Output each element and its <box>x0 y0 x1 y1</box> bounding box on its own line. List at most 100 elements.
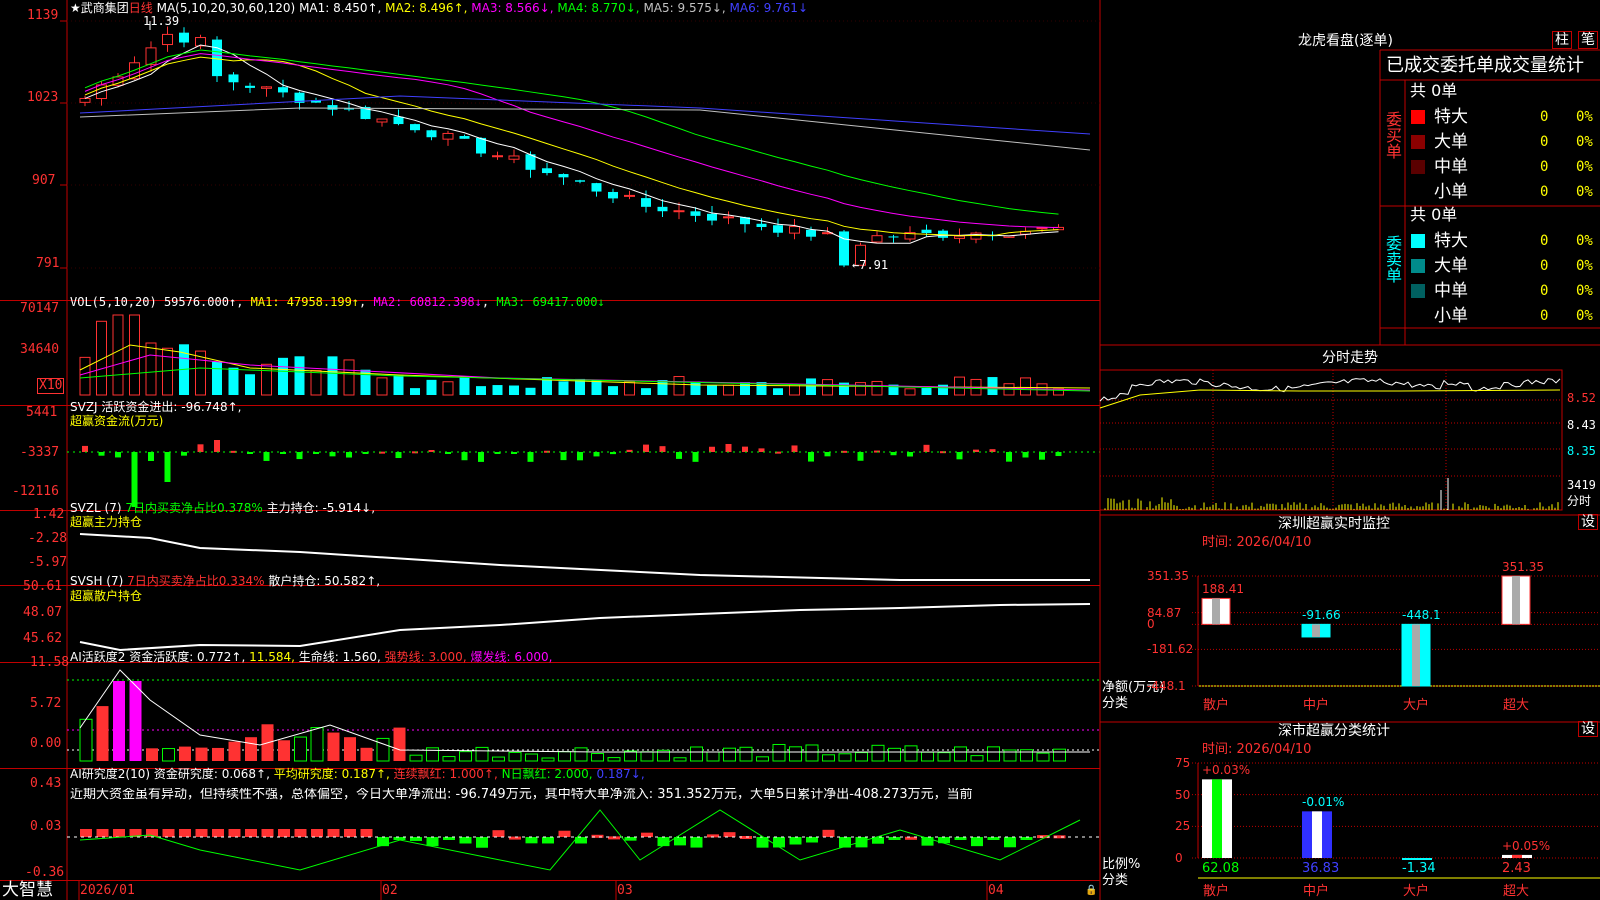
candle-body <box>508 155 520 160</box>
order-count: 0 <box>1540 308 1549 324</box>
money-flow-bar <box>395 452 402 459</box>
research-bar <box>855 837 868 848</box>
deal-title: 已成交委托单成交量统计 <box>1386 55 1584 76</box>
money-flow-bar <box>214 440 220 452</box>
ai2-note: 近期大资金虽有异动，但持续性不强，总体偏空，今日大单净流出: -96.749万元… <box>70 788 973 802</box>
activity-bar <box>1020 749 1033 762</box>
candle-body <box>591 183 602 192</box>
tick-mode-button[interactable]: 笔 <box>1578 31 1598 49</box>
chart-header: ★武商集团日线 MA(5,10,20,30,60,120) MA1: 8.450… <box>70 1 808 15</box>
monitor-axis-label: 0 <box>1147 617 1155 632</box>
volume-bar <box>112 314 124 396</box>
ss-settings-button[interactable]: 设 <box>1578 721 1598 737</box>
candle-body <box>839 231 849 266</box>
svsh-title: SVSH (7) <box>70 574 124 588</box>
sz-time: 时间: 2026/04/10 <box>1202 535 1312 550</box>
volume-bar <box>723 384 734 396</box>
monitor-category: 中户 <box>1302 698 1330 713</box>
candle-body <box>129 62 140 80</box>
sell-total: 共 0单 <box>1410 205 1458 224</box>
activity-bar <box>921 751 934 762</box>
ma-value: MA5: 9.575↓, <box>639 1 726 15</box>
svzj-subtitle: 超赢资金流(万元) <box>70 414 164 428</box>
order-percent: 0% <box>1576 308 1593 324</box>
money-flow-bar <box>824 452 831 457</box>
activity-bar <box>888 747 901 762</box>
candle-body <box>756 223 767 228</box>
volume-bar <box>624 381 635 396</box>
chart-canvas[interactable] <box>0 0 1600 900</box>
ma5-line <box>79 107 1091 151</box>
activity-bar <box>789 746 802 762</box>
money-flow-bar <box>1006 452 1012 462</box>
activity-bar <box>772 743 786 762</box>
research-bar <box>113 829 125 837</box>
volume-bar <box>79 356 91 396</box>
sz-settings-button[interactable]: 设 <box>1578 514 1598 530</box>
candle-body <box>245 85 255 88</box>
fs-axis-label: 8.35 <box>1567 444 1596 458</box>
activity-bar <box>723 747 736 762</box>
stats-category: 中户 <box>1302 884 1330 899</box>
period-label[interactable]: 日线 <box>129 1 153 15</box>
research-bar <box>80 829 92 837</box>
candle-body <box>410 124 420 131</box>
stats-value-label: 62.08 <box>1202 861 1240 876</box>
order-size-label: 特大 <box>1434 231 1468 251</box>
order-percent: 0% <box>1576 283 1593 299</box>
candle-body <box>921 229 932 234</box>
activity-bar <box>838 753 852 762</box>
volume-bar <box>673 376 685 396</box>
volume-bar <box>310 369 322 396</box>
fs-axis-label: 8.52 <box>1567 391 1596 405</box>
research-bar <box>839 837 851 848</box>
activity-line <box>79 669 1090 753</box>
lock-icon[interactable]: 🔒 <box>1085 884 1097 898</box>
monitor-bar-label: 351.35 <box>1502 560 1544 574</box>
activity-bar <box>607 757 621 762</box>
order-count: 0 <box>1540 109 1549 125</box>
volume-bar <box>509 385 519 395</box>
money-flow-bar <box>676 452 682 459</box>
activity-bar <box>212 747 224 761</box>
volume-bar <box>987 377 998 395</box>
candle-body <box>1036 227 1048 230</box>
order-size-label: 小单 <box>1434 306 1468 326</box>
money-flow-bar <box>709 446 715 452</box>
money-flow-bar <box>577 452 583 461</box>
volume-bar <box>294 356 305 395</box>
order-percent: 0% <box>1576 134 1593 150</box>
activity-bar <box>162 748 175 762</box>
activity-bar <box>1053 748 1066 762</box>
stats-value-label: -1.34 <box>1402 861 1436 876</box>
money-flow-bar <box>659 446 666 452</box>
activity-bar <box>558 751 571 762</box>
vol-header: VOL(5,10,20) 59576.000↑, MA1: 47958.199↑… <box>70 295 605 309</box>
volume-bar <box>871 380 883 396</box>
money-flow-bar <box>692 452 699 462</box>
research-bar <box>773 837 785 848</box>
candle-body <box>657 206 668 212</box>
candle-body <box>871 235 883 243</box>
stats-top-label: +0.05% <box>1502 838 1551 853</box>
candle-body <box>723 216 734 219</box>
color-swatch <box>1411 234 1425 248</box>
vol-unit-badge[interactable]: X10 <box>37 378 65 394</box>
date-label: 02 <box>382 883 398 898</box>
volume-bar <box>245 374 255 395</box>
order-percent: 0% <box>1576 159 1593 175</box>
activity-bar <box>508 751 522 762</box>
candle-body <box>624 194 635 197</box>
candle-body <box>673 210 685 213</box>
activity-bar <box>541 757 555 762</box>
money-flow-bar <box>148 452 154 461</box>
activity-bar <box>1036 752 1050 762</box>
volume-bar <box>393 374 404 395</box>
vol-axis-label: 34640 <box>20 342 60 357</box>
order-size-label: 大单 <box>1434 132 1468 152</box>
activity-bar <box>987 746 1000 762</box>
order-size-label: 中单 <box>1434 157 1468 177</box>
ma-value: MA2: 8.496↑, <box>381 1 468 15</box>
bar-mode-button[interactable]: 柱 <box>1552 31 1572 49</box>
activity-bar <box>294 736 307 762</box>
